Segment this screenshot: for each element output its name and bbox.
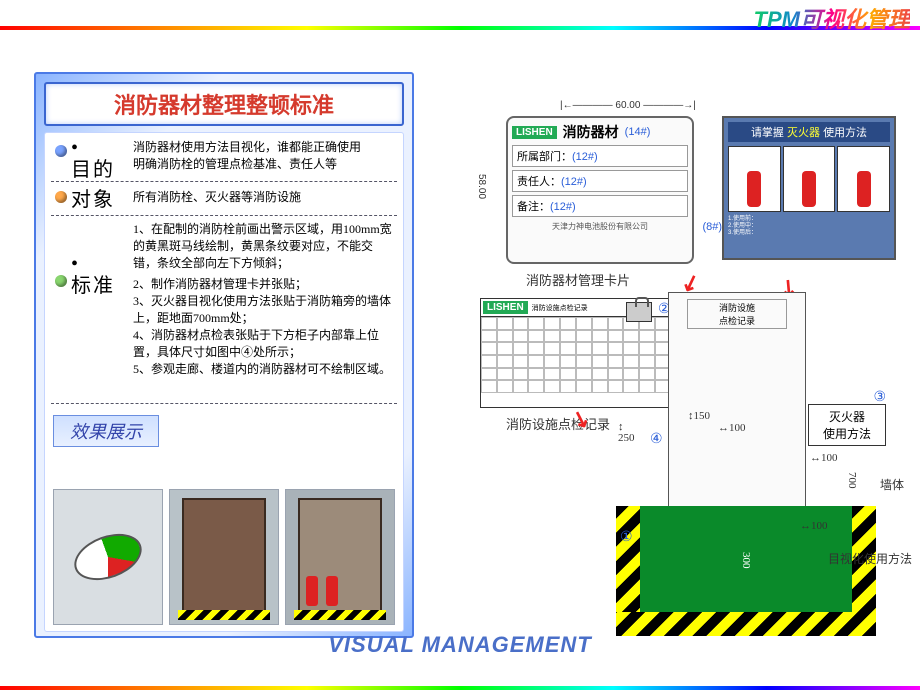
bullet-dot: [55, 191, 67, 203]
dim-100b: ↔100: [810, 452, 838, 464]
standard-item-5: 5、参观走廊、楼道内的消防器材可不绘制区域。: [133, 361, 395, 378]
mgmt-card-title: 消防器材: [563, 122, 619, 142]
cabinet-shape: [182, 498, 266, 616]
ext-use-box: 灭火器 使用方法: [808, 404, 886, 446]
gallery-header-wrap: 效果展示: [53, 415, 159, 447]
circle-3: ③: [873, 388, 886, 405]
section-label-purpose: • 目的: [71, 137, 115, 181]
photo-gauge: [53, 489, 163, 625]
check-table-caption: 消防设施点检记录: [506, 414, 610, 433]
page-title: TPM可视化管理: [754, 2, 910, 34]
gauge-icon: [68, 525, 148, 588]
mgmt-row-note: 备注：(12#): [512, 195, 688, 217]
purpose-text: 消防器材使用方法目视化，谁都能正确使用 明确消防栓的管理点检基准、责任人等: [133, 139, 395, 173]
left-title-bar: 消防器材整理整顿标准: [44, 82, 404, 126]
photo-cabinet-1: [169, 489, 279, 625]
divider: [51, 215, 397, 216]
dim-height: 58.00: [476, 174, 487, 199]
mgmt-row-person: 责任人：(12#): [512, 170, 688, 192]
bullet-dot: [55, 275, 67, 287]
gallery-photos: [53, 489, 395, 625]
mgmt-card-caption: 消防器材管理卡片: [526, 270, 630, 289]
extinguisher-icon: [857, 171, 871, 207]
dim-width: |←———— 60.00 ————→|: [560, 100, 696, 111]
section-label-target: 对象: [71, 189, 115, 211]
label-wall: 墙体: [880, 476, 904, 493]
dim-100: ↔100: [718, 422, 746, 434]
extinguisher-icon: [306, 576, 318, 606]
mgmt-card: LISHEN 消防器材 (14#) 所属部门：(12#) 责任人：(12#) 备…: [506, 116, 694, 264]
usage-footnote: 1.使用前： 2.使用中： 3.使用后：: [728, 216, 890, 238]
dim-250: ↕ 250: [618, 422, 635, 444]
divider: [51, 181, 397, 182]
check-record-small-label: 消防设施 点检记录: [687, 299, 787, 329]
usage-step-3: [837, 146, 890, 212]
left-title: 消防器材整理整顿标准: [114, 93, 334, 118]
standard-item-4: 4、消防器材点检表张贴于下方柜子内部靠上位置，具体尺寸如图中④处所示；: [133, 327, 395, 361]
usage-steps: [728, 146, 890, 212]
mgmt-card-header: LISHEN 消防器材 (14#): [512, 122, 688, 142]
divider: [51, 403, 397, 404]
mgmt-row-dept: 所属部门：(12#): [512, 145, 688, 167]
photo-cabinet-2: [285, 489, 395, 625]
dim-150: ↕150: [688, 410, 710, 422]
left-body: • 目的 消防器材使用方法目视化，谁都能正确使用 明确消防栓的管理点检基准、责任…: [44, 132, 404, 632]
hazard-stripe: [294, 610, 386, 620]
check-table-grid: [481, 317, 671, 393]
bullet-dot: [55, 145, 67, 157]
tag-14: (14#): [625, 126, 651, 138]
brand-badge: LISHEN: [512, 126, 557, 139]
circle-1: ①: [620, 528, 633, 545]
dim-700: 700: [846, 472, 858, 489]
usage-card-title: 请掌握 灭火器 使用方法: [728, 122, 890, 142]
extinguisher-icon: [747, 171, 761, 207]
hazard-stripe: [178, 610, 270, 620]
footer-text: VISUAL MANAGEMENT: [328, 632, 592, 658]
hazard-right: [852, 506, 876, 636]
extinguisher-icon: [326, 576, 338, 606]
usage-step-2: [783, 146, 836, 212]
mgmt-card-footer: 天津力神电池股份有限公司 (8#): [512, 221, 688, 232]
section-label-standard: • 标准: [71, 253, 115, 297]
left-standard-card: 消防器材整理整顿标准 • 目的 消防器材使用方法目视化，谁都能正确使用 明确消防…: [34, 72, 414, 638]
bottom-rainbow-strip: [0, 686, 920, 690]
label-visual-method: 目视化使用方法: [828, 550, 912, 567]
circle-4: ④: [650, 430, 663, 447]
usage-card: 请掌握 灭火器 使用方法 1.使用前： 2.使用中： 3.使用后：: [722, 116, 896, 260]
standard-item-2: 2、制作消防器材管理卡并张贴；: [133, 276, 395, 293]
clipboard-icon: [626, 302, 652, 322]
target-text: 所有消防栓、灭火器等消防设施: [133, 189, 395, 206]
extinguisher-icon: [802, 171, 816, 207]
hazard-bottom: [616, 612, 876, 636]
right-diagram-area: |←———— 60.00 ————→| 58.00 LISHEN 消防器材 (1…: [440, 72, 910, 668]
dim-300: 300: [740, 552, 752, 569]
standard-item-3: 3、灭火器目视化使用方法张贴于消防箱旁的墙体上，距地面700mm处；: [133, 293, 395, 327]
usage-step-1: [728, 146, 781, 212]
gallery-header: 效果展示: [53, 415, 159, 447]
dim-100c: ↔100: [800, 520, 828, 532]
standard-item-1: 1、在配制的消防栓前画出警示区域，用100mm宽的黄黑斑马线绘制，黄黑条纹要对应…: [133, 221, 395, 271]
